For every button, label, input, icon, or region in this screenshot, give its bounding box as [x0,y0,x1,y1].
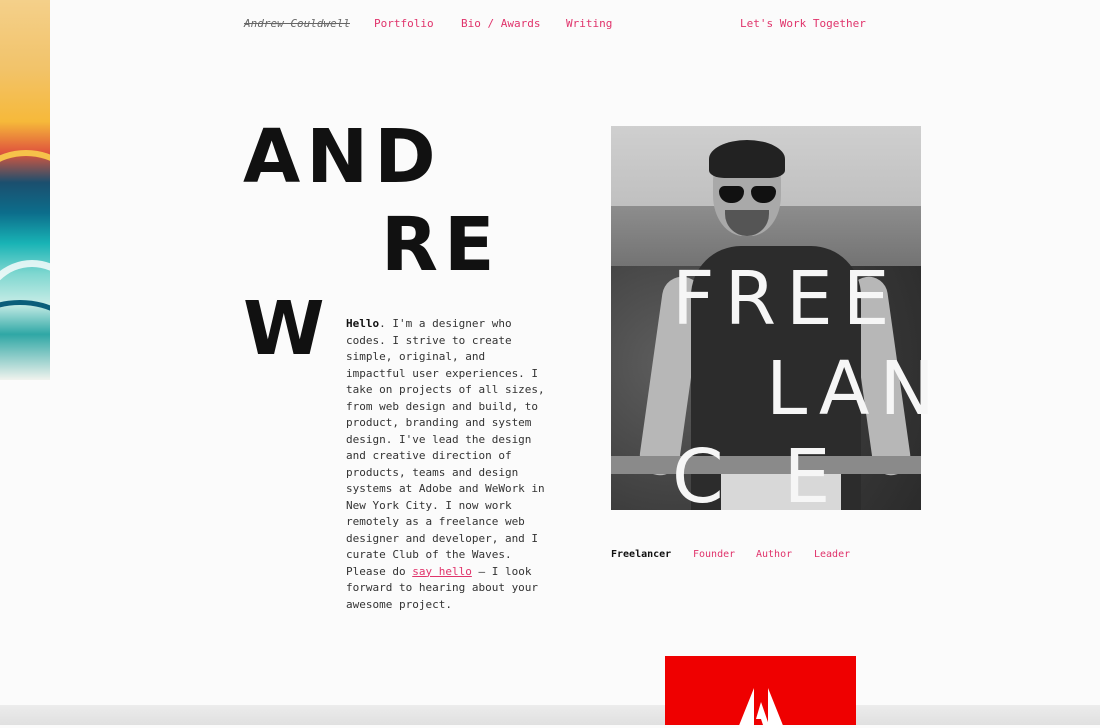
nav-work-together[interactable]: Let's Work Together [740,17,866,30]
adobe-logo-icon [738,688,784,728]
role-author[interactable]: Author [756,549,792,560]
hero-letters-and: AND [243,114,442,200]
adobe-card[interactable] [665,656,856,728]
nav-writing[interactable]: Writing [566,17,612,30]
role-leader[interactable]: Leader [814,549,850,560]
intro-paragraph: Hello. I'm a designer who codes. I striv… [346,316,546,613]
overlay-ce: CE [672,434,891,520]
role-founder[interactable]: Founder [693,549,735,560]
hero-letters-w: W [243,286,325,372]
nav-bio-awards[interactable]: Bio / Awards [461,17,540,30]
brand-link[interactable]: Andrew Couldwell [244,17,350,30]
overlay-free: FREE [672,256,900,342]
intro-lead: Hello [346,317,380,330]
say-hello-link[interactable]: say hello [412,565,472,578]
intro-text-1: . I'm a designer who codes. I strive to … [346,317,545,578]
nav-portfolio[interactable]: Portfolio [374,17,434,30]
hero-letters-re: RE [381,202,501,288]
overlay-lan: LAN [766,346,945,432]
torn-paper-edge [0,705,1100,725]
surf-art-strip [0,0,50,380]
top-nav: Andrew Couldwell Portfolio Bio / Awards … [0,17,1100,37]
role-freelancer[interactable]: Freelancer [611,549,671,560]
